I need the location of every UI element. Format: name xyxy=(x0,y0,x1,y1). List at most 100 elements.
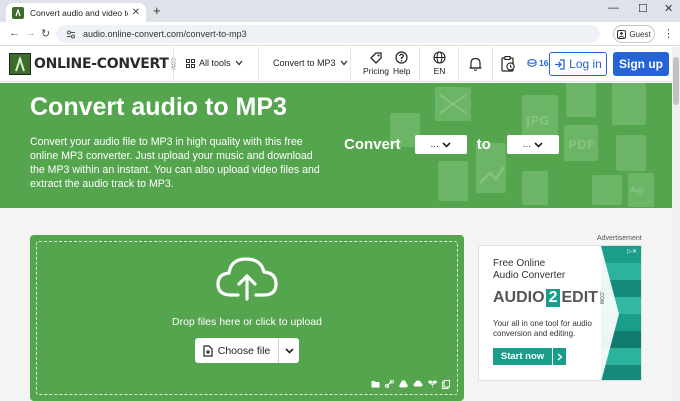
ad-choices-icon[interactable]: ▷✕ xyxy=(625,248,639,255)
tab-title: Convert audio and video to MP3 xyxy=(30,7,128,18)
cloud-upload-icon xyxy=(216,257,278,301)
logo-text: ONLINE-CONVERT xyxy=(34,56,169,72)
browser-tab[interactable]: Convert audio and video to MP3 ✕ xyxy=(6,3,146,22)
choose-file-main[interactable]: Choose file xyxy=(195,345,278,357)
header-divider xyxy=(258,47,259,81)
site-logo[interactable]: ONLINE-CONVERT COM xyxy=(9,53,176,75)
google-drive-icon[interactable] xyxy=(399,380,408,389)
choose-file-button[interactable]: Choose file xyxy=(195,338,299,363)
signup-button[interactable]: Sign up xyxy=(613,52,669,76)
coin-stack-icon xyxy=(527,59,537,67)
ad-label: Advertisement xyxy=(597,235,642,242)
upload-source-dropdown[interactable] xyxy=(279,347,299,354)
logo-mark-icon xyxy=(9,53,31,75)
dropbox-icon[interactable] xyxy=(428,380,437,389)
profile-label: Guest xyxy=(629,29,651,39)
site-header: ONLINE-CONVERT COM All tools Convert to … xyxy=(0,47,672,82)
tag-icon xyxy=(369,51,383,64)
header-divider xyxy=(419,47,420,81)
pricing-link[interactable]: Pricing xyxy=(363,51,389,76)
link-icon[interactable] xyxy=(385,380,394,389)
ad-cta-label: Start now xyxy=(500,351,545,362)
reload-icon[interactable]: ↻ xyxy=(41,27,50,40)
file-drop-zone[interactable]: Drop files here or click to upload Choos… xyxy=(30,235,464,401)
convert-label: Convert xyxy=(344,136,401,153)
page-title: Convert audio to MP3 xyxy=(30,93,287,121)
chevron-down-icon xyxy=(534,141,543,148)
main-content: Drop files here or click to upload Choos… xyxy=(0,208,672,401)
target-format-value: ... xyxy=(522,139,532,150)
header-divider xyxy=(492,47,493,81)
help-link[interactable]: Help xyxy=(393,51,410,76)
choose-file-label: Choose file xyxy=(217,344,271,357)
svg-text:JPG: JPG xyxy=(525,114,549,128)
ad-brand-mid: 2 xyxy=(545,289,561,307)
all-tools-menu[interactable]: All tools xyxy=(186,58,243,68)
convert-to-label: Convert to MP3 xyxy=(273,58,336,68)
scrollbar-thumb[interactable] xyxy=(673,57,679,105)
login-icon xyxy=(554,58,565,70)
ad-headline-line1: Free Online xyxy=(493,258,546,269)
globe-icon xyxy=(433,51,446,64)
chevron-down-icon xyxy=(235,60,243,66)
clipboard-icon[interactable] xyxy=(442,380,450,389)
browser-menu-icon[interactable]: ⋮ xyxy=(663,27,674,40)
ad-start-now-button[interactable]: Start now xyxy=(493,348,566,365)
minimize-icon[interactable]: — xyxy=(608,2,619,14)
ad-brand-logo: AUDIO 2 EDIT .COM xyxy=(493,289,604,307)
hero-banner: JPG PDF Ag Convert audio to MP3 Convert … xyxy=(0,83,672,208)
ad-stripes-decoration xyxy=(601,246,641,380)
profile-icon xyxy=(617,29,627,39)
bell-icon[interactable] xyxy=(468,56,483,72)
cloud-icon[interactable] xyxy=(413,380,423,389)
login-label: Log in xyxy=(569,57,602,71)
chevron-down-icon xyxy=(284,347,294,354)
chevron-down-icon xyxy=(442,141,451,148)
credits-counter[interactable]: 16 xyxy=(527,58,548,68)
language-selector[interactable]: EN xyxy=(433,51,446,76)
header-divider xyxy=(350,47,351,81)
site-info-icon[interactable] xyxy=(66,30,76,39)
chevron-right-icon xyxy=(552,348,566,365)
chevron-down-icon xyxy=(340,60,348,66)
profile-button[interactable]: Guest xyxy=(613,25,655,43)
header-divider xyxy=(173,47,174,81)
url-text: audio.online-convert.com/convert-to-mp3 xyxy=(83,29,247,39)
svg-text:PDF: PDF xyxy=(568,138,595,152)
target-format-dropdown[interactable]: ... xyxy=(506,135,559,154)
header-divider xyxy=(458,47,459,81)
ad-description: Your all in one tool for audio conversio… xyxy=(493,319,592,339)
ad-headline: Free Online Audio Converter xyxy=(493,258,565,282)
new-tab-icon[interactable]: + xyxy=(153,3,161,18)
page-scrollbar[interactable] xyxy=(672,47,680,401)
address-bar[interactable]: audio.online-convert.com/convert-to-mp3 xyxy=(56,25,600,43)
convert-to-menu[interactable]: Convert to MP3 xyxy=(273,58,348,68)
site-favicon-icon xyxy=(12,6,24,19)
back-icon[interactable]: ← xyxy=(9,27,20,39)
language-label: EN xyxy=(433,66,446,76)
tab-close-icon[interactable]: ✕ xyxy=(132,7,140,18)
ad-brand-suffix: .COM xyxy=(597,291,604,305)
browser-toolbar: ← → ↻ audio.online-convert.com/convert-t… xyxy=(0,22,680,46)
help-icon xyxy=(395,51,408,64)
window-close-icon[interactable]: ✕ xyxy=(664,2,673,15)
ad-brand-post: EDIT xyxy=(561,289,598,306)
advertisement-banner[interactable]: ▷✕ Free Online Audio Converter AUDIO 2 E… xyxy=(478,245,642,381)
forward-icon[interactable]: → xyxy=(25,27,36,39)
signup-label: Sign up xyxy=(619,57,663,71)
upload-sources xyxy=(371,380,450,389)
convert-format-selector: Convert ... to ... xyxy=(344,135,559,154)
credits-value: 16 xyxy=(539,58,549,68)
maximize-icon[interactable]: ☐ xyxy=(638,2,648,15)
source-format-dropdown[interactable]: ... xyxy=(414,135,467,154)
file-add-icon xyxy=(203,344,213,357)
browser-tab-strip: Convert audio and video to MP3 ✕ + — ☐ ✕ xyxy=(0,0,680,22)
ad-headline-line2: Audio Converter xyxy=(493,270,566,281)
ad-desc-line1: Your all in one tool for audio xyxy=(493,319,592,328)
source-format-value: ... xyxy=(430,139,439,150)
clipboard-clock-icon[interactable] xyxy=(500,55,516,72)
login-button[interactable]: Log in xyxy=(549,52,607,76)
to-label: to xyxy=(476,136,491,153)
page-description: Convert your audio file to MP3 in high q… xyxy=(30,136,320,190)
folder-icon[interactable] xyxy=(371,380,380,389)
